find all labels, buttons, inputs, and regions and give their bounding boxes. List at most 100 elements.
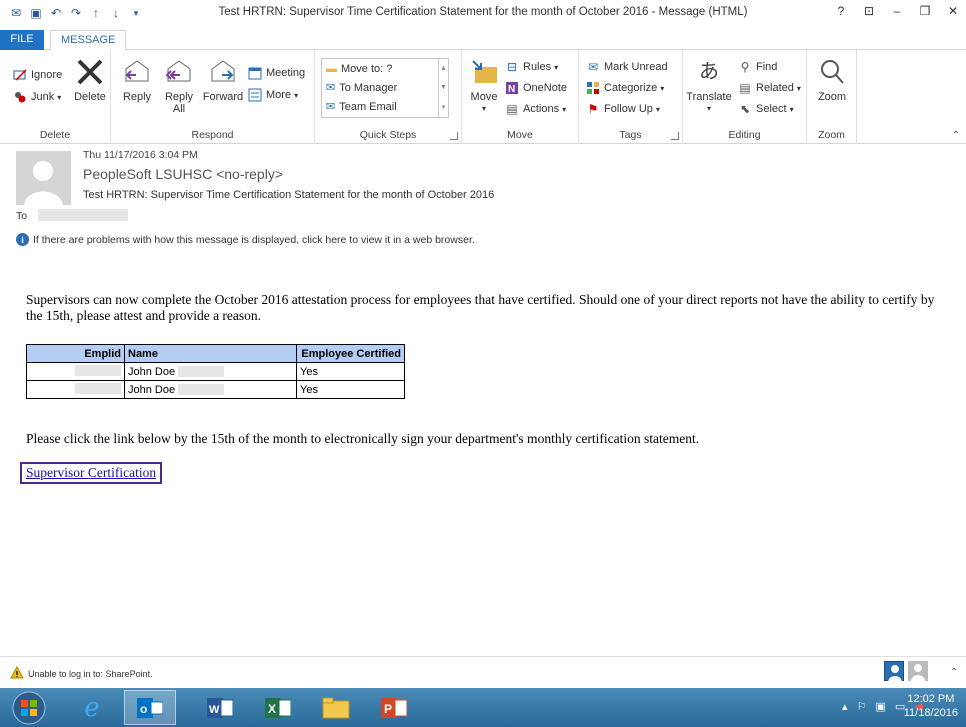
name-cell: John Doe bbox=[124, 380, 297, 399]
dropdown-arrow-icon: ▾ bbox=[660, 83, 665, 93]
expand-icon[interactable]: ▾ bbox=[442, 103, 446, 111]
delete-group: Ignore Junk ▾ Delete Delete bbox=[0, 50, 111, 144]
help-button[interactable]: ? bbox=[834, 4, 848, 18]
taskbar-clock[interactable]: 12:02 PM 11/18/2016 bbox=[904, 692, 958, 720]
move-button[interactable]: Move ▾ bbox=[466, 56, 502, 115]
word-taskbar-icon[interactable]: W bbox=[194, 690, 246, 725]
delete-button[interactable]: Delete bbox=[74, 56, 106, 103]
warning-icon bbox=[10, 665, 24, 682]
info-bar[interactable]: i If there are problems with how this me… bbox=[16, 233, 475, 246]
categorize-button[interactable]: Categorize ▾ bbox=[585, 79, 664, 97]
name-text: John Doe bbox=[128, 365, 176, 378]
windows-taskbar: e o W X P ▴ ⚐ ▣ ▭ ◀ 12:02 PM 11/18/2016 bbox=[0, 688, 966, 727]
rules-button[interactable]: ⊟ Rules ▾ bbox=[504, 58, 558, 76]
reply-button[interactable]: Reply bbox=[119, 56, 155, 103]
name-redacted bbox=[178, 366, 225, 378]
quick-steps-gallery: ▬ Move to: ? ✉ To Manager ✉ Team Email ▲… bbox=[321, 58, 449, 118]
file-explorer-icon[interactable] bbox=[310, 690, 362, 725]
start-button[interactable] bbox=[6, 690, 52, 725]
close-button[interactable]: ✕ bbox=[946, 4, 960, 18]
down-arrow-icon[interactable]: ↓ bbox=[108, 5, 124, 21]
mark-unread-icon: ✉ bbox=[587, 60, 599, 74]
message-sender[interactable]: PeopleSoft LSUHSC <no-reply> bbox=[83, 166, 283, 182]
redo-icon[interactable]: ↷ bbox=[68, 5, 84, 21]
reply-icon bbox=[121, 56, 153, 88]
save-icon[interactable]: ▣ bbox=[28, 5, 44, 21]
mail-icon: ✉ bbox=[10, 6, 22, 20]
tab-message[interactable]: MESSAGE bbox=[50, 30, 127, 51]
onenote-button[interactable]: N OneNote bbox=[504, 79, 567, 97]
network-icon[interactable]: ▣ bbox=[875, 700, 885, 713]
sender-avatar bbox=[16, 151, 71, 205]
forward-icon bbox=[207, 56, 239, 88]
table-row: John Doe Yes bbox=[26, 362, 405, 381]
up-arrow-icon[interactable]: ↑ bbox=[88, 5, 104, 21]
folder-icon: ▬ bbox=[326, 62, 337, 75]
respond-group: Reply Reply All Forward Meeting More ▾ R… bbox=[111, 50, 315, 144]
move-group-label: Move bbox=[507, 129, 533, 141]
related-button[interactable]: ▤ Related ▾ bbox=[737, 79, 801, 97]
quick-step-to-manager[interactable]: ✉ To Manager bbox=[322, 78, 448, 97]
editing-group-label: Editing bbox=[728, 129, 761, 141]
emplid-redacted bbox=[75, 382, 121, 394]
editing-group: あ Translate ▾ ⚲ Find ▤ Related ▾ ⬉ Select… bbox=[683, 50, 807, 144]
action-center-flag-icon[interactable]: ⚐ bbox=[857, 700, 867, 713]
follow-up-button[interactable]: ⚑ Follow Up ▾ bbox=[585, 100, 660, 118]
reply-all-icon bbox=[163, 56, 195, 88]
quick-steps-scroll[interactable]: ▲ ▼ ▾ bbox=[438, 59, 448, 117]
mail-arrow-icon: ✉ bbox=[326, 82, 336, 94]
dropdown-arrow-icon: ▾ bbox=[562, 104, 567, 114]
people-pane-icon[interactable] bbox=[884, 661, 904, 682]
meeting-button[interactable]: Meeting bbox=[247, 64, 305, 82]
title-bar: ✉ ▣ ↶ ↷ ↑ ↓ ▾ Test HRTRN: Supervisor Tim… bbox=[0, 0, 966, 26]
svg-text:o: o bbox=[140, 702, 147, 716]
mail-icon: ✉ bbox=[326, 101, 336, 113]
status-bar: Unable to log in to: SharePoint. ⌃ bbox=[0, 656, 966, 688]
rules-icon: ⊟ bbox=[506, 60, 518, 74]
junk-icon bbox=[12, 89, 28, 105]
undo-icon[interactable]: ↶ bbox=[48, 5, 64, 21]
clock-date: 11/18/2016 bbox=[903, 707, 958, 719]
dropdown-arrow-icon: ▾ bbox=[294, 90, 299, 100]
expand-people-pane-icon[interactable]: ⌃ bbox=[950, 667, 958, 678]
tab-file[interactable]: FILE bbox=[0, 30, 44, 50]
scroll-down-icon[interactable]: ▼ bbox=[440, 84, 447, 91]
supervisor-certification-link[interactable]: Supervisor Certification bbox=[20, 462, 163, 484]
quick-step-move-to[interactable]: ▬ Move to: ? bbox=[322, 59, 448, 78]
clock-time: 12:02 PM bbox=[907, 693, 955, 705]
collapse-ribbon-icon[interactable]: ⌃ bbox=[952, 130, 960, 141]
internet-explorer-icon[interactable]: e bbox=[66, 690, 118, 725]
emplid-redacted bbox=[75, 364, 121, 376]
find-button[interactable]: ⚲ Find bbox=[737, 58, 778, 76]
scroll-up-icon[interactable]: ▲ bbox=[440, 65, 447, 72]
delete-x-icon bbox=[74, 56, 106, 88]
forward-button[interactable]: Forward bbox=[201, 56, 245, 103]
more-respond-button[interactable]: More ▾ bbox=[247, 86, 298, 104]
junk-button[interactable]: Junk ▾ bbox=[12, 88, 61, 106]
dropdown-arrow-icon: ▾ bbox=[706, 104, 711, 113]
flag-icon: ⚑ bbox=[587, 102, 599, 116]
translate-icon: あ bbox=[699, 61, 719, 83]
people-pane-alt-icon[interactable] bbox=[908, 661, 928, 681]
select-button[interactable]: ⬉ Select ▾ bbox=[737, 100, 794, 118]
zoom-button[interactable]: Zoom bbox=[815, 56, 849, 103]
show-hidden-icons-icon[interactable]: ▴ bbox=[842, 700, 848, 713]
ribbon-display-options-icon[interactable]: ⊡ bbox=[862, 4, 876, 18]
body-paragraph-2: Please click the link below by the 15th … bbox=[26, 431, 700, 446]
mark-unread-button[interactable]: ✉ Mark Unread bbox=[585, 58, 668, 76]
actions-button[interactable]: ▤ Actions ▾ bbox=[504, 100, 566, 118]
meeting-icon bbox=[247, 65, 263, 81]
powerpoint-taskbar-icon[interactable]: P bbox=[368, 690, 420, 725]
restore-button[interactable]: ❐ bbox=[918, 4, 932, 18]
reply-all-button[interactable]: Reply All bbox=[161, 56, 197, 115]
outlook-taskbar-icon[interactable]: o bbox=[124, 690, 176, 725]
excel-taskbar-icon[interactable]: X bbox=[252, 690, 304, 725]
translate-button[interactable]: あ Translate ▾ bbox=[686, 56, 731, 115]
svg-text:X: X bbox=[268, 702, 276, 716]
minimize-button[interactable]: – bbox=[890, 4, 904, 18]
svg-text:W: W bbox=[209, 704, 220, 716]
ignore-button[interactable]: Ignore bbox=[12, 66, 62, 84]
quick-step-team-email[interactable]: ✉ Team Email bbox=[322, 97, 448, 116]
tags-group-label: Tags bbox=[619, 129, 642, 141]
customize-qat-icon[interactable]: ▾ bbox=[128, 5, 144, 21]
